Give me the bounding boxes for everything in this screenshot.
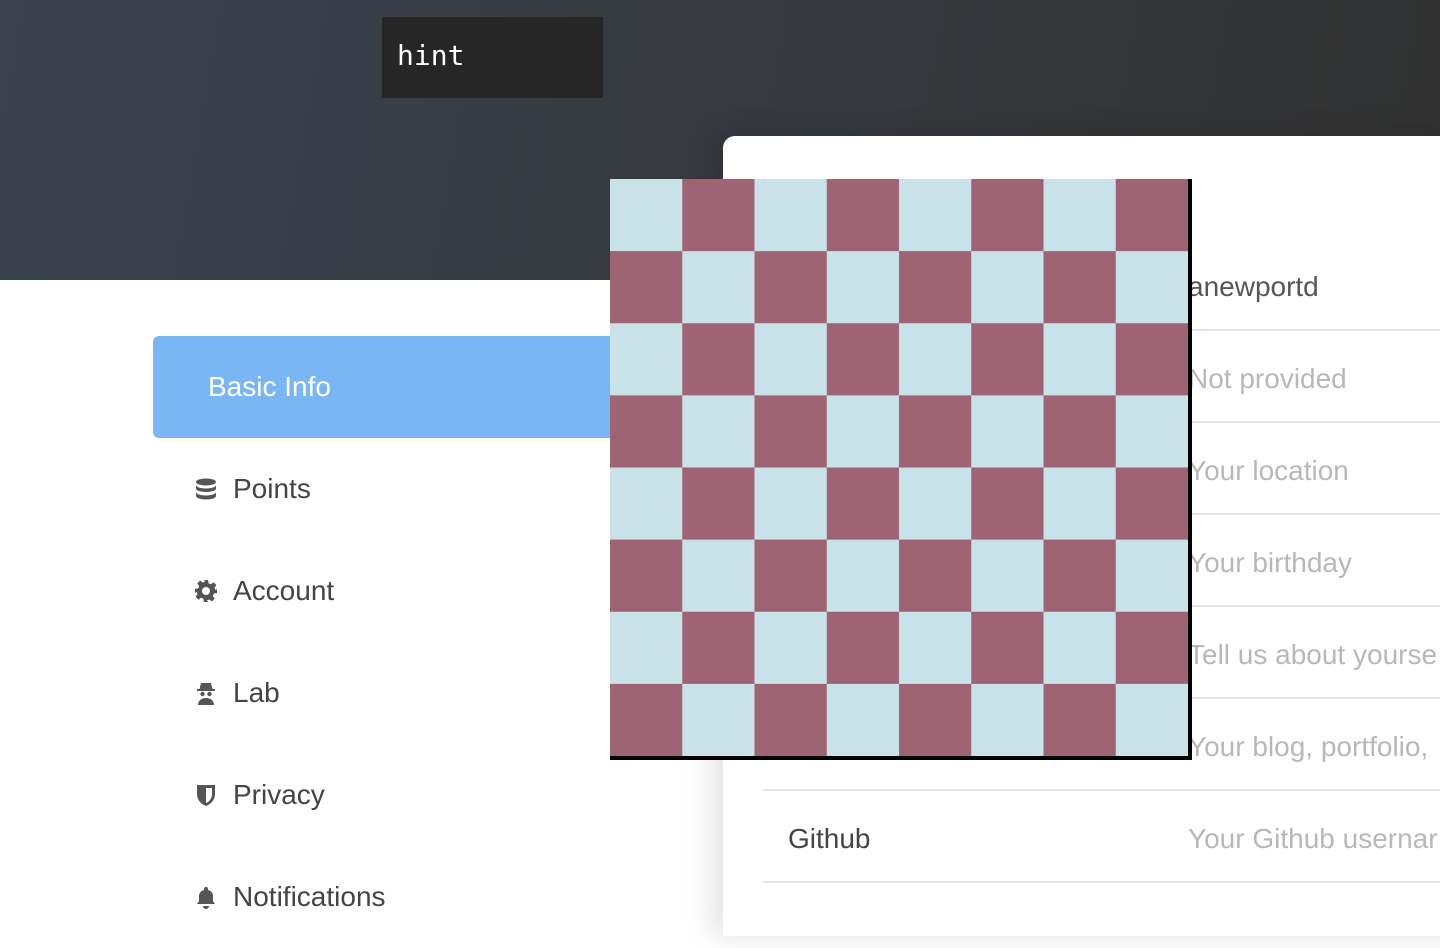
spy-icon bbox=[193, 680, 219, 706]
birthday-value: Your birthday bbox=[1188, 547, 1352, 578]
board-cell[interactable] bbox=[899, 539, 972, 613]
sidebar-item-label: Account bbox=[233, 575, 335, 606]
board-cell[interactable] bbox=[1043, 395, 1117, 469]
board-cell[interactable] bbox=[1043, 683, 1117, 756]
board-cell[interactable] bbox=[899, 683, 972, 756]
hint-label: hint bbox=[397, 39, 465, 72]
board-cell[interactable] bbox=[971, 467, 1044, 541]
board-cell[interactable] bbox=[682, 323, 755, 396]
board-cell[interactable] bbox=[1043, 179, 1117, 252]
board-cell[interactable] bbox=[610, 323, 683, 396]
board-cell[interactable] bbox=[610, 539, 683, 613]
board-cell[interactable] bbox=[971, 539, 1044, 613]
board-cell[interactable] bbox=[971, 395, 1044, 469]
board-cell[interactable] bbox=[826, 467, 900, 541]
checkerboard-overlay[interactable] bbox=[610, 179, 1192, 760]
github-label: Github bbox=[788, 823, 871, 854]
board-cell[interactable] bbox=[971, 323, 1044, 396]
gear-icon bbox=[193, 578, 219, 604]
hint-button[interactable]: hint bbox=[382, 17, 603, 98]
board-cell[interactable] bbox=[610, 611, 683, 685]
board-cell[interactable] bbox=[610, 179, 683, 252]
profile-row-github[interactable]: Github Your Github usernar bbox=[763, 791, 1440, 883]
sidebar-item-points[interactable]: Points bbox=[153, 438, 623, 540]
board-cell[interactable] bbox=[754, 683, 828, 756]
shield-icon bbox=[193, 782, 219, 808]
board-cell[interactable] bbox=[971, 179, 1044, 252]
board-cell[interactable] bbox=[899, 251, 972, 324]
board-cell[interactable] bbox=[971, 251, 1044, 324]
board-cell[interactable] bbox=[754, 179, 828, 252]
board-cell[interactable] bbox=[971, 611, 1044, 685]
board-cell[interactable] bbox=[754, 395, 828, 469]
board-cell[interactable] bbox=[1115, 395, 1188, 469]
sidebar-item-notifications[interactable]: Notifications bbox=[153, 846, 623, 948]
board-cell[interactable] bbox=[1115, 251, 1188, 324]
board-cell[interactable] bbox=[899, 323, 972, 396]
database-icon bbox=[193, 476, 219, 502]
board-cell[interactable] bbox=[610, 467, 683, 541]
website-value: Your blog, portfolio, bbox=[1188, 731, 1429, 762]
board-cell[interactable] bbox=[682, 467, 755, 541]
sidebar-item-label: Lab bbox=[233, 677, 280, 708]
field-value: Not provided bbox=[1188, 363, 1347, 394]
board-cell[interactable] bbox=[1115, 539, 1188, 613]
sidebar-item-privacy[interactable]: Privacy bbox=[153, 744, 623, 846]
board-cell[interactable] bbox=[1043, 323, 1117, 396]
board-cell[interactable] bbox=[1115, 683, 1188, 756]
board-cell[interactable] bbox=[1115, 467, 1188, 541]
bell-icon bbox=[193, 884, 219, 910]
board-cell[interactable] bbox=[899, 179, 972, 252]
board-cell[interactable] bbox=[754, 251, 828, 324]
board-cell[interactable] bbox=[826, 395, 900, 469]
board-cell[interactable] bbox=[826, 251, 900, 324]
location-value: Your location bbox=[1188, 455, 1349, 486]
board-cell[interactable] bbox=[1043, 467, 1117, 541]
sidebar-item-label: Points bbox=[233, 473, 311, 504]
board-cell[interactable] bbox=[826, 179, 900, 252]
board-cell[interactable] bbox=[754, 539, 828, 613]
board-cell[interactable] bbox=[754, 611, 828, 685]
sidebar-item-label: Basic Info bbox=[208, 371, 331, 402]
board-cell[interactable] bbox=[682, 251, 755, 324]
board-cell[interactable] bbox=[754, 467, 828, 541]
board-cell[interactable] bbox=[826, 683, 900, 756]
board-cell[interactable] bbox=[971, 683, 1044, 756]
board-cell[interactable] bbox=[682, 179, 755, 252]
board-cell[interactable] bbox=[826, 539, 900, 613]
board-cell[interactable] bbox=[682, 539, 755, 613]
sidebar-item-lab[interactable]: Lab bbox=[153, 642, 623, 744]
board-cell[interactable] bbox=[826, 323, 900, 396]
board-cell[interactable] bbox=[682, 395, 755, 469]
board-cell[interactable] bbox=[899, 395, 972, 469]
github-value: Your Github usernar bbox=[1188, 823, 1438, 854]
board-cell[interactable] bbox=[1043, 611, 1117, 685]
bio-value: Tell us about yourse bbox=[1188, 639, 1438, 670]
board-cell[interactable] bbox=[610, 683, 683, 756]
board-cell[interactable] bbox=[682, 611, 755, 685]
board-cell[interactable] bbox=[610, 395, 683, 469]
sidebar-item-basic-info[interactable]: Basic Info bbox=[153, 336, 623, 438]
sidebar-item-account[interactable]: Account bbox=[153, 540, 623, 642]
board-cell[interactable] bbox=[899, 467, 972, 541]
board-cell[interactable] bbox=[899, 611, 972, 685]
board-cell[interactable] bbox=[1115, 179, 1188, 252]
board-cell[interactable] bbox=[754, 323, 828, 396]
board-cell[interactable] bbox=[1115, 323, 1188, 396]
board-cell[interactable] bbox=[610, 251, 683, 324]
username-value: anewportd bbox=[1188, 271, 1319, 302]
board-cell[interactable] bbox=[682, 683, 755, 756]
settings-sidebar: Basic Info Points Account Lab Privacy No… bbox=[153, 336, 623, 948]
board-cell[interactable] bbox=[1043, 539, 1117, 613]
sidebar-item-label: Privacy bbox=[233, 779, 325, 810]
sidebar-item-label: Notifications bbox=[233, 881, 386, 912]
checkerboard-grid bbox=[610, 179, 1188, 756]
board-cell[interactable] bbox=[1115, 611, 1188, 685]
board-cell[interactable] bbox=[826, 611, 900, 685]
board-cell[interactable] bbox=[1043, 251, 1117, 324]
